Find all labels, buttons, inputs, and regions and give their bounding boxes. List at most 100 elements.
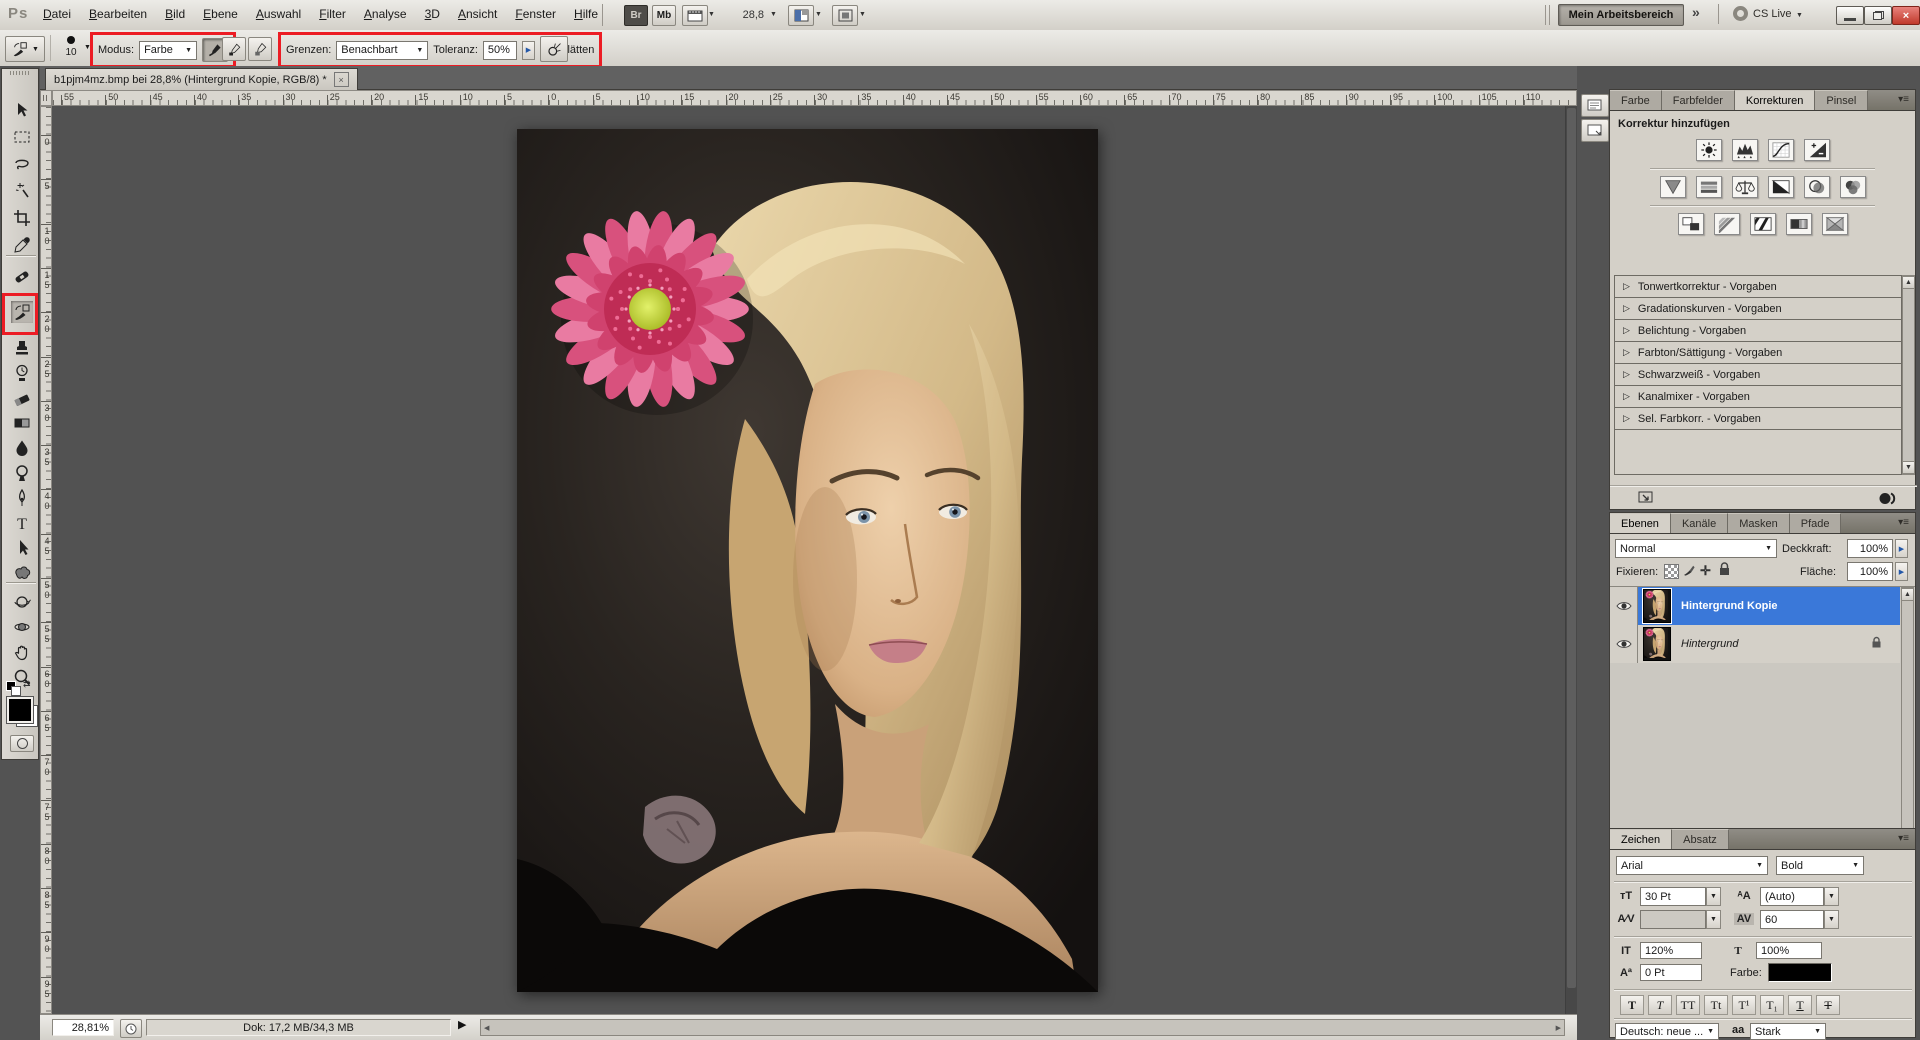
text-color-swatch[interactable] [1768,963,1832,982]
expand-triangle-icon[interactable]: ▷ [1623,413,1630,424]
scroll-up-icon[interactable]: ▲ [1901,588,1914,601]
exposure-icon[interactable] [1804,139,1830,161]
3d-rotate-tool[interactable] [11,591,33,613]
horizontal-scrollbar[interactable]: ◀ ▶ [480,1019,1565,1036]
move-tool[interactable] [11,99,33,121]
lock-position-icon[interactable]: ✛ [1700,563,1711,579]
menu-item-analyse[interactable]: Analyse [355,3,416,25]
tab-korrekturen[interactable]: Korrekturen [1735,90,1815,110]
language-dropdown[interactable]: Deutsch: neue ...▼ [1615,1023,1719,1040]
preset-row[interactable]: ▷Gradationskurven - Vorgaben [1615,298,1901,320]
expand-triangle-icon[interactable]: ▷ [1623,303,1630,314]
layer-row-hintergrund[interactable]: Hintergrund [1610,625,1900,663]
vibrance-icon[interactable] [1660,176,1686,198]
curves-icon[interactable] [1768,139,1794,161]
levels-icon[interactable] [1732,139,1758,161]
lock-pixels-icon[interactable] [1682,562,1696,581]
screen-mode-button[interactable] [832,5,858,26]
underline-button[interactable]: T [1788,995,1812,1015]
tracking-field[interactable]: 60 [1760,910,1824,929]
expand-triangle-icon[interactable]: ▷ [1623,347,1630,358]
anti-alias-dropdown[interactable]: Stark▼ [1750,1023,1826,1040]
workspace-overflow-button[interactable]: » [1692,4,1700,20]
scroll-down-icon[interactable]: ▼ [1902,461,1915,474]
layer-thumbnail[interactable] [1643,589,1671,623]
faux-italic-button[interactable]: T [1648,995,1672,1015]
menu-item-ebene[interactable]: Ebene [194,3,247,25]
tab-absatz[interactable]: Absatz [1672,829,1729,849]
layer-row-hintergrund-kopie[interactable]: Hintergrund Kopie [1610,587,1900,625]
presets-scrollbar[interactable]: ▲ ▼ [1902,275,1915,475]
fill-field[interactable]: 100% [1847,562,1893,581]
collapsed-panel-button-1[interactable] [1581,94,1609,117]
panel-menu-icon[interactable]: ▾≡ [1892,90,1915,110]
selective-color-icon[interactable] [1822,213,1848,235]
lock-all-icon[interactable] [1718,562,1731,580]
chevron-down-icon[interactable]: ▼ [708,11,715,18]
tab-masken[interactable]: Masken [1728,513,1790,533]
tab-farbfelder[interactable]: Farbfelder [1662,90,1735,110]
rectangular-marquee-tool[interactable] [11,126,33,148]
black-white-icon[interactable] [1768,176,1794,198]
grenzen-dropdown[interactable]: Benachbart▼ [336,41,428,60]
opacity-spinner[interactable]: ▶ [1895,539,1908,558]
menu-item-ansicht[interactable]: Ansicht [449,3,506,25]
leading-field[interactable]: (Auto) [1760,887,1824,906]
vertical-scale-field[interactable]: 120% [1640,942,1702,959]
threshold-icon[interactable] [1750,213,1776,235]
kerning-dropdown[interactable]: ▼ [1706,910,1721,929]
toleranz-field[interactable]: 50% [483,41,517,60]
chevron-down-icon[interactable]: ▼ [859,11,866,18]
canvas-vertical-scrollbar[interactable] [1565,106,1577,1014]
tab-zeichen[interactable]: Zeichen [1610,829,1672,849]
tracking-dropdown[interactable]: ▼ [1824,910,1839,929]
sampling-background-button[interactable] [248,37,272,61]
leading-dropdown[interactable]: ▼ [1824,887,1839,906]
crop-tool[interactable] [11,207,33,229]
all-caps-button[interactable]: TT [1676,995,1700,1015]
chevron-down-icon[interactable]: ▼ [1796,12,1803,19]
menu-item-fenster[interactable]: Fenster [506,3,565,25]
layer-thumbnail[interactable] [1643,627,1671,661]
foreground-color-swatch[interactable] [7,697,33,723]
superscript-button[interactable]: T¹ [1732,995,1756,1015]
baseline-shift-field[interactable]: 0 Pt [1640,964,1702,981]
pen-tool[interactable] [11,487,33,509]
tool-preset-button[interactable]: ▼ [5,36,45,62]
layer-visibility-eye-icon[interactable] [1610,587,1638,625]
pasteboard[interactable] [52,106,1577,1014]
font-size-dropdown[interactable]: ▼ [1706,887,1721,906]
channel-mixer-icon[interactable] [1840,176,1866,198]
menu-item-auswahl[interactable]: Auswahl [247,3,310,25]
brightness-contrast-icon[interactable] [1696,139,1722,161]
blend-mode-dropdown[interactable]: Normal▼ [1615,539,1777,558]
zoom-tool[interactable] [11,666,33,688]
menu-item-filter[interactable]: Filter [310,3,355,25]
faux-bold-button[interactable]: T [1620,995,1644,1015]
menu-item-hilfe[interactable]: Hilfe [565,3,607,25]
blur-tool[interactable] [11,437,33,459]
preset-row[interactable]: ▷Sel. Farbkorr. - Vorgaben [1615,408,1901,430]
opacity-field[interactable]: 100% [1847,539,1893,558]
workspace-button[interactable]: Mein Arbeitsbereich [1558,4,1684,26]
panel-menu-icon[interactable]: ▾≡ [1892,829,1915,849]
menu-item-datei[interactable]: Datei [34,3,80,25]
clip-to-layer-button[interactable] [1878,492,1900,508]
fill-spinner[interactable]: ▶ [1895,562,1908,581]
posterize-icon[interactable] [1714,213,1740,235]
zoom-level-field[interactable]: 28,8 [724,7,764,23]
status-clock-button[interactable] [120,1019,142,1038]
tablet-pressure-button[interactable] [540,36,568,62]
zoom-percentage-field[interactable]: 28,81% [52,1019,114,1036]
brush-size-picker[interactable]: 10 ▼ [58,34,92,62]
clone-stamp-tool[interactable] [11,337,33,359]
menu-item-bild[interactable]: Bild [156,3,194,25]
gradient-tool[interactable] [11,412,33,434]
kerning-field[interactable] [1640,910,1706,929]
eraser-tool[interactable] [11,387,33,409]
hand-tool[interactable] [11,641,33,663]
color-replacement-tool[interactable] [11,301,33,323]
font-family-dropdown[interactable]: Arial▼ [1616,856,1768,875]
menu-item-3d[interactable]: 3D [416,3,449,25]
magic-wand-tool[interactable] [11,180,33,202]
